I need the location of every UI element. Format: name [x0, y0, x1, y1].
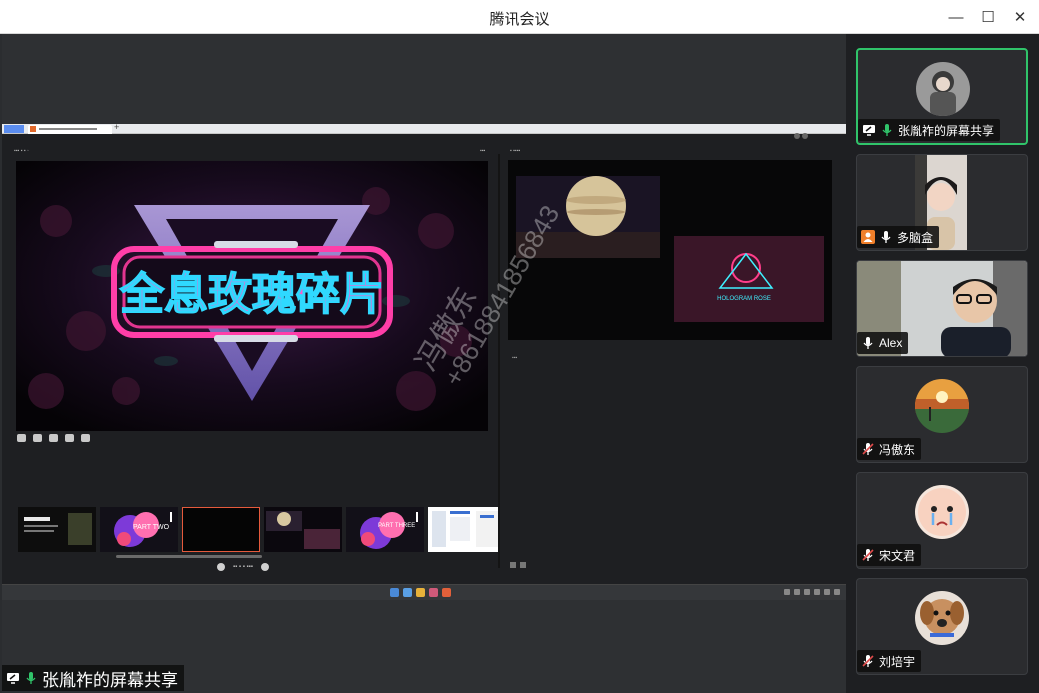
participant-nametag: 刘培宇 [857, 650, 922, 672]
svg-text:PART TWO: PART TWO [133, 524, 170, 531]
host-icon [861, 230, 875, 244]
participant-name: 刘培宇 [879, 654, 916, 669]
participant-nametag: 张胤祚的屏幕共享 [858, 119, 1001, 141]
slide-thumbnail-1[interactable] [18, 507, 96, 552]
screen-share-icon [863, 125, 875, 136]
screen-share-icon [7, 673, 19, 684]
slide-thumbnail-4[interactable] [264, 507, 342, 552]
next-slide-preview: HOLOGRAM ROSE [508, 160, 832, 340]
slide-thumbnail-2[interactable]: PART TWO [100, 507, 178, 552]
mic-muted-icon [862, 443, 874, 455]
minimize-icon: — [948, 8, 964, 26]
participant-name: 宋文君 [879, 548, 916, 563]
minimize-button[interactable]: — [944, 6, 968, 28]
participant-name: 张胤祚的屏幕共享 [898, 123, 995, 138]
windows-start-icon [390, 588, 399, 597]
participant-nametag: 冯傲东 [857, 438, 922, 460]
slide-artwork: 全息玫瑰碎片 [16, 161, 488, 431]
app-icon [429, 588, 438, 597]
participant-tile-1[interactable]: 张胤祚的屏幕共享 [856, 48, 1028, 145]
more-icon[interactable] [81, 434, 90, 442]
folder-icon [416, 588, 425, 597]
mic-on-icon [882, 124, 892, 136]
previous-slide-icon[interactable] [217, 563, 225, 571]
slide-thumbnail-3[interactable] [182, 507, 260, 552]
tab-favicon-icon [30, 126, 36, 132]
participant-name: Alex [879, 336, 903, 350]
mic-on-icon [26, 672, 36, 684]
participant-tile-3[interactable]: Alex [856, 260, 1028, 357]
maximize-button[interactable]: ☐ [976, 6, 1000, 28]
fullscreen-icon[interactable] [510, 562, 516, 568]
slide-thumbnail-5[interactable]: PART THREE [346, 507, 424, 552]
maximize-icon: ☐ [981, 9, 995, 26]
avatar [915, 485, 969, 539]
taskbar-apps [390, 588, 451, 597]
powerpoint-icon [442, 588, 451, 597]
camera-icon[interactable] [49, 434, 58, 442]
tab-title-placeholder [39, 128, 97, 130]
slide-pager: ▪▪ ▪ ▪ ▪▪▪ [217, 562, 269, 572]
explorer-icon [403, 588, 412, 597]
participant-tile-5[interactable]: 宋文君 [856, 472, 1028, 569]
svg-text:PART THREE: PART THREE [378, 523, 415, 529]
shared-screen[interactable]: + ▪▪▪ ▪ ▪ ◦ ▪▪▪ 全息玫瑰碎片 PART TWO PART THR… [2, 122, 846, 600]
slide-thumbnail-6[interactable] [428, 507, 498, 552]
presenter-timer-right: ▪▪▪ [480, 148, 486, 154]
presenter-timer-left: ▪▪▪ ▪ ▪ ◦ [14, 148, 29, 154]
participant-name: 多脑盒 [897, 230, 934, 245]
next-slide-caption: ▪▪▪ [512, 355, 518, 361]
mic-muted-icon [862, 549, 874, 561]
avatar [915, 591, 969, 645]
presenter-divider [498, 154, 500, 568]
participant-name: 冯傲东 [879, 442, 916, 457]
participant-nametag: 多脑盒 [857, 226, 940, 248]
avatar [916, 62, 970, 116]
pen-icon[interactable] [17, 434, 26, 442]
avatar [915, 379, 969, 433]
shared-browser-tabbar: + [2, 122, 846, 139]
title-bar: 腾讯会议 — ☐ ✕ [0, 0, 1039, 34]
window-title: 腾讯会议 [489, 11, 550, 28]
laser-icon[interactable] [33, 434, 42, 442]
current-slide: 全息玫瑰碎片 [16, 161, 488, 431]
shared-browser-tab-home [4, 125, 24, 133]
subtitles-icon[interactable] [65, 434, 74, 442]
mic-on-icon [863, 337, 873, 349]
participant-tile-2[interactable]: 多脑盒 [856, 154, 1028, 251]
mic-on-icon [881, 231, 891, 243]
participant-nametag: 宋文君 [857, 544, 922, 566]
participant-sidebar: 张胤祚的屏幕共享 多脑盒 Alex 冯傲东 宋文君 刘培宇 [846, 34, 1039, 693]
shared-browser-tab-active [28, 125, 112, 134]
participant-tile-6[interactable]: 刘培宇 [856, 578, 1028, 675]
next-slide-icon[interactable] [260, 563, 269, 571]
thumbnail-scrollbar[interactable] [116, 555, 262, 558]
screen-share-label-text: 张胤祚的屏幕共享 [42, 670, 178, 690]
slide-thumbnails: PART TWO PART THREE [16, 507, 498, 552]
system-tray [784, 589, 840, 595]
next-slide-label: ▪ ▪▪▪▪ [510, 148, 521, 154]
slide-title-text: 全息玫瑰碎片 [119, 269, 384, 319]
participant-nametag: Alex [857, 332, 909, 354]
screen-share-label: 张胤祚的屏幕共享 [2, 665, 184, 691]
new-tab-icon: + [114, 122, 120, 132]
presenter-right-icons [510, 562, 526, 568]
svg-text:HOLOGRAM ROSE: HOLOGRAM ROSE [717, 296, 771, 302]
slide-annotation-tools [17, 434, 90, 444]
close-button[interactable]: ✕ [1008, 6, 1032, 28]
participant-tile-4[interactable]: 冯傲东 [856, 366, 1028, 463]
browser-toolbar-icons [794, 126, 816, 139]
slide-page-indicator: ▪▪ ▪ ▪ ▪▪▪ [233, 564, 253, 570]
shared-taskbar [2, 584, 846, 600]
exit-icon[interactable] [520, 562, 526, 568]
mic-muted-icon [862, 655, 874, 667]
close-icon: ✕ [1013, 9, 1027, 26]
